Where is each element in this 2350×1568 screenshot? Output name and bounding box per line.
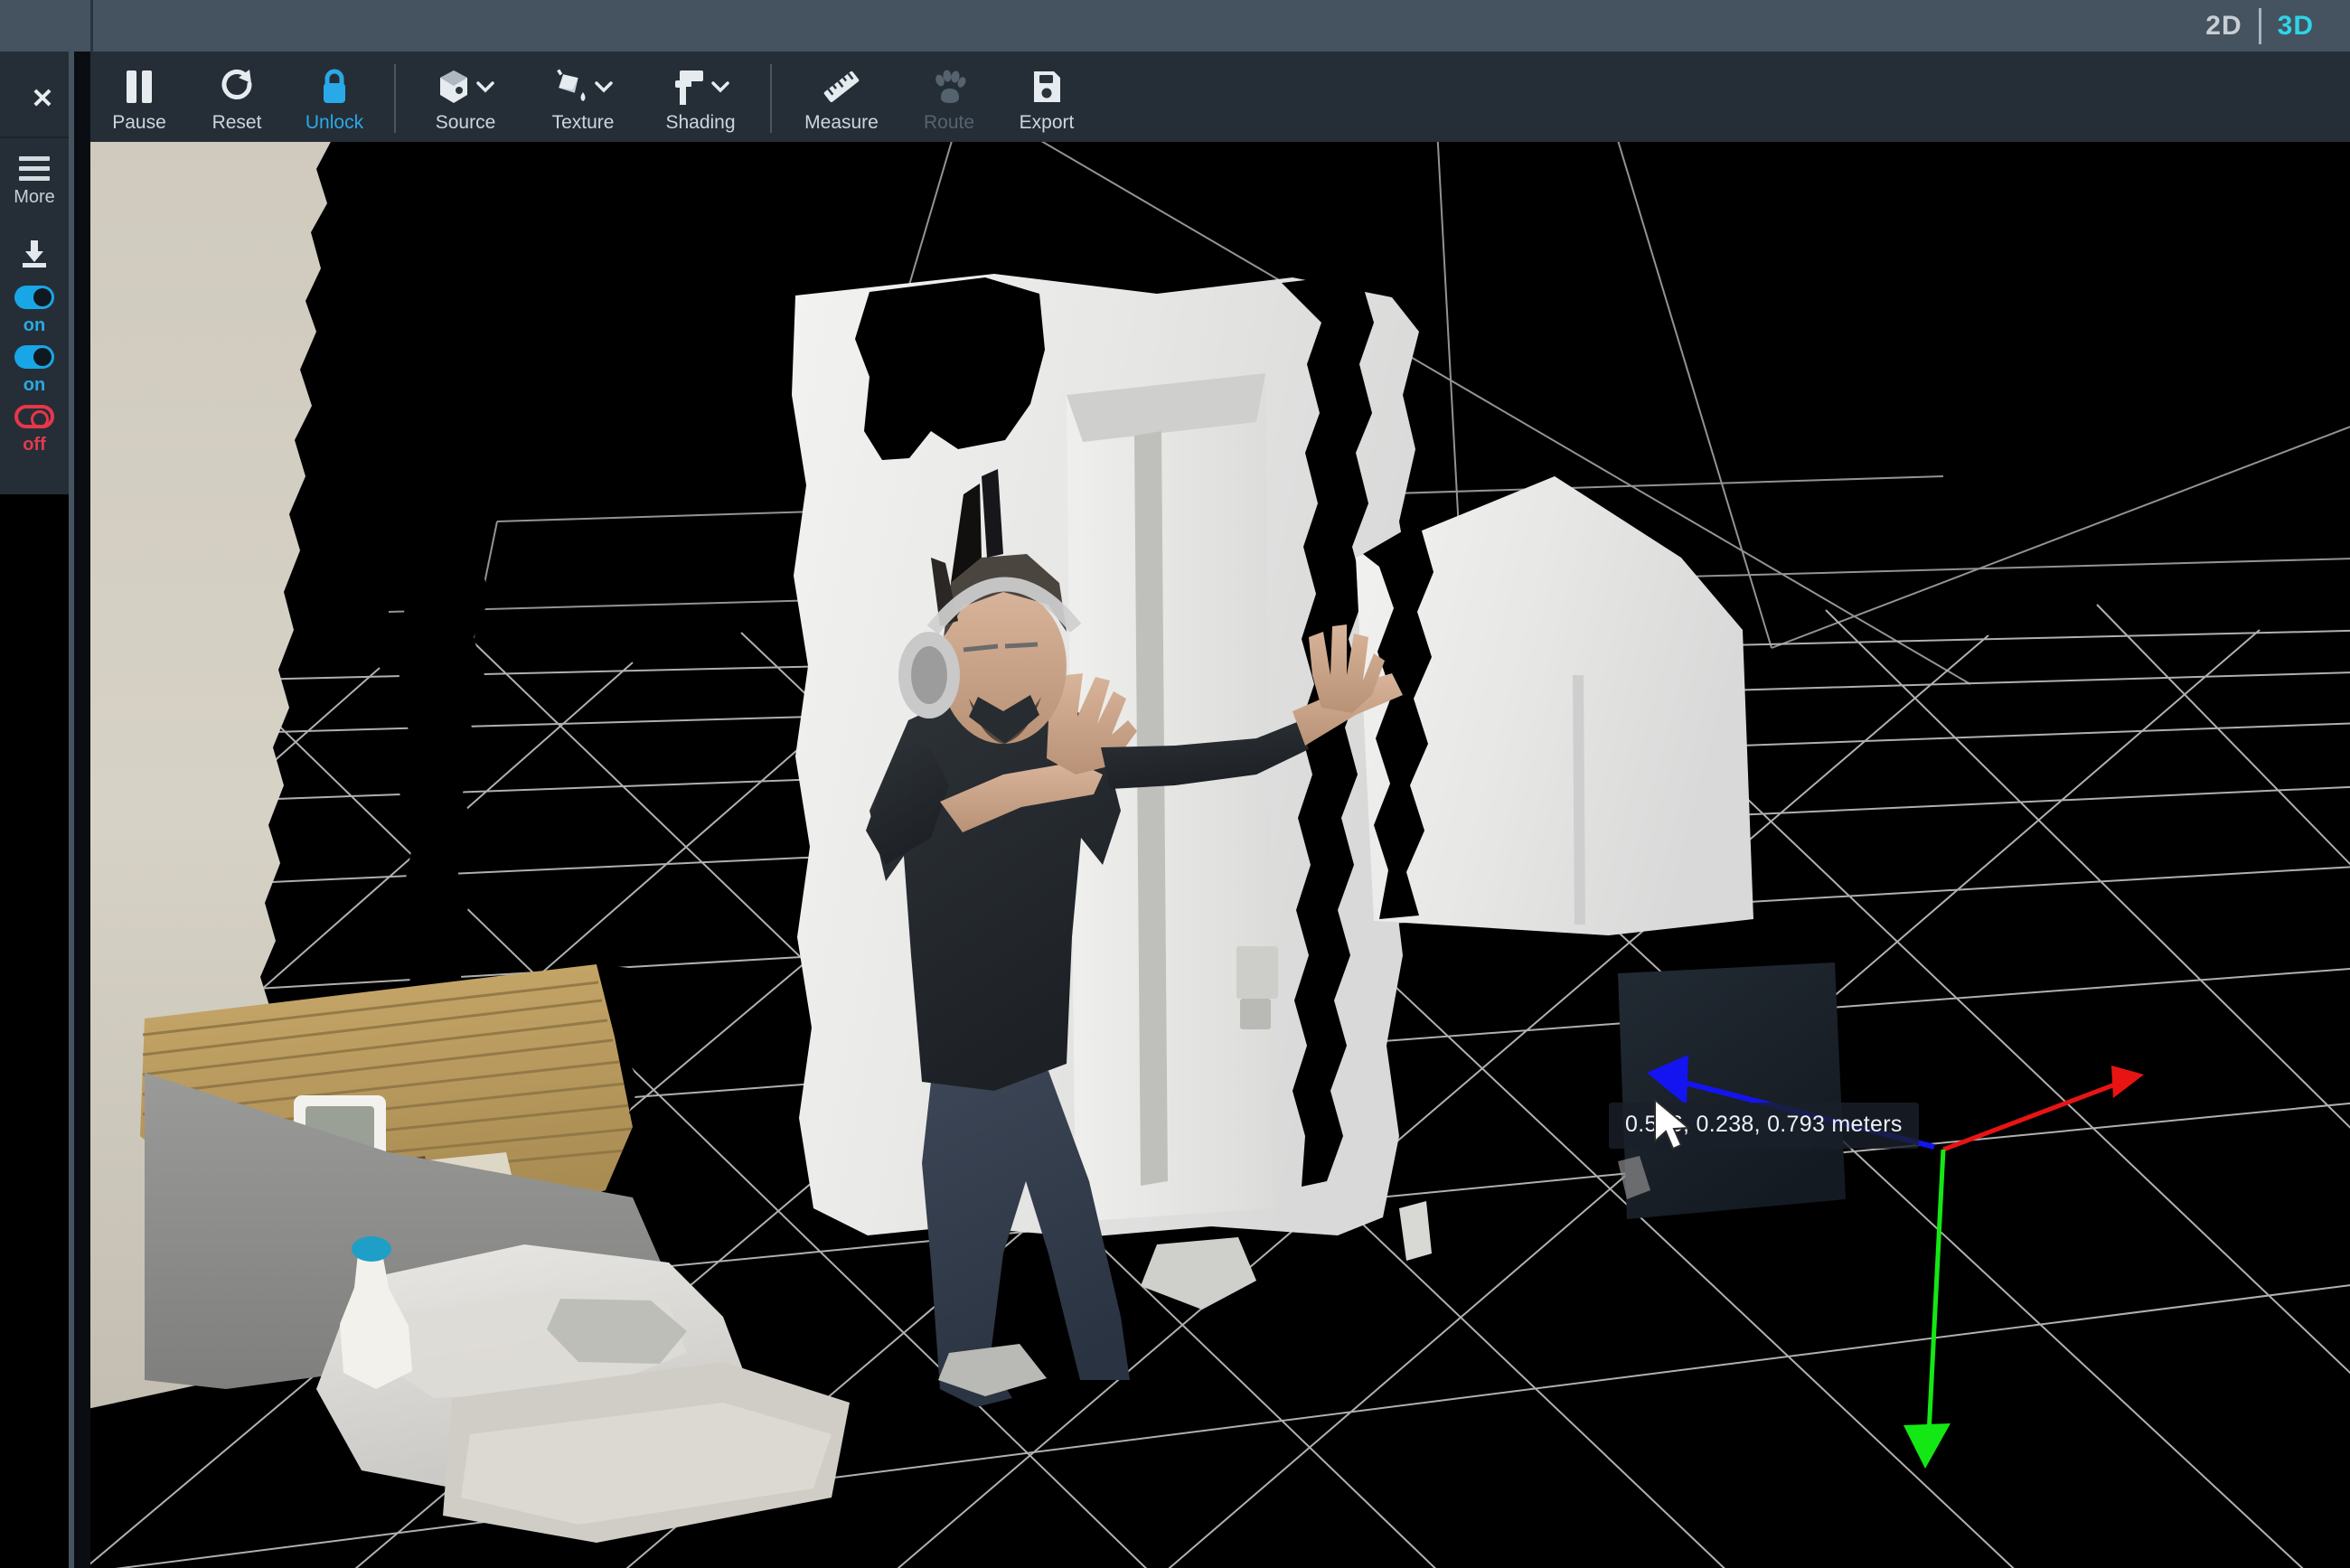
measure-label: Measure [804,112,879,133]
route-label: Route [923,112,975,133]
app-root: 0.526, 0.238, 0.793 meters 2D 3D ✕ More [0,0,2350,1568]
pause-icon [124,66,155,108]
scene-render [90,52,2350,1568]
hamburger-menu-icon [18,156,50,181]
pause-button[interactable]: Pause [90,52,188,142]
pause-label: Pause [112,112,166,133]
sidebar-divider [0,136,69,138]
cube-icon [440,70,467,103]
download-icon [23,240,46,268]
sidebar-item-download[interactable] [18,239,51,269]
reset-button[interactable]: Reset [188,52,286,142]
paint-bucket-icon [557,69,586,101]
unlock-button[interactable]: Unlock [286,52,383,142]
sidebar-item-more-label: More [14,187,55,207]
source-label: Source [435,112,496,133]
shading-button[interactable]: Shading [642,52,759,142]
close-icon[interactable]: ✕ [31,86,53,113]
sidebar-toggle-1[interactable]: on [14,286,54,336]
main-toolbar: Pause Reset Unlock Source Texture Shadin… [90,52,1095,142]
paint-roller-icon [675,70,703,105]
reset-label: Reset [212,112,262,133]
topbar-divider [90,0,93,52]
left-sidebar: ✕ More on on off [0,52,69,494]
floppy-disk-icon [1030,66,1063,108]
view-mode-toggle[interactable]: 2D 3D [2189,0,2330,52]
chevron-down-icon [711,81,729,93]
viewport-3d[interactable]: 0.526, 0.238, 0.793 meters [90,52,2350,1568]
toggle-switch-on-icon[interactable] [14,286,54,309]
reset-icon [219,66,255,108]
toolbar-separator-2 [770,64,772,133]
sidebar-toggle-2-label: on [23,375,46,395]
sidebar-toggle-3-label: off [23,435,46,455]
unlock-label: Unlock [305,112,364,133]
sidebar-toggle-3[interactable]: off [14,405,54,455]
mesh-door-handle-plate [1236,946,1278,999]
source-button[interactable]: Source [407,52,524,142]
texture-label: Texture [551,112,615,133]
sidebar-item-more[interactable]: More [14,156,55,208]
lock-icon [319,66,350,108]
sidebar-toggle-1-label: on [23,315,46,335]
toolbar-separator-1 [394,64,396,133]
shading-label: Shading [665,112,736,133]
export-button[interactable]: Export [998,52,1095,142]
mesh-door-lock [1240,999,1271,1029]
chevron-down-icon [476,81,494,93]
route-button[interactable]: Route [900,52,998,142]
view-mode-3d[interactable]: 3D [2261,0,2330,52]
mouse-cursor [1654,1098,1691,1150]
chevron-down-icon [595,81,613,93]
mesh-display-panel [1618,962,1846,1219]
toggle-switch-off-icon[interactable] [14,405,54,428]
export-label: Export [1019,112,1075,133]
sidebar-edge-shadow [74,52,90,1568]
top-chrome-bar: 2D 3D [0,0,2350,52]
ruler-icon [822,66,861,108]
mesh-wall-seam [1573,675,1585,925]
texture-button[interactable]: Texture [524,52,642,142]
measure-button[interactable]: Measure [783,52,900,142]
paw-print-icon [931,66,967,108]
view-mode-2d[interactable]: 2D [2189,0,2258,52]
sidebar-toggle-2[interactable]: on [14,345,54,396]
toggle-switch-on-icon[interactable] [14,345,54,369]
